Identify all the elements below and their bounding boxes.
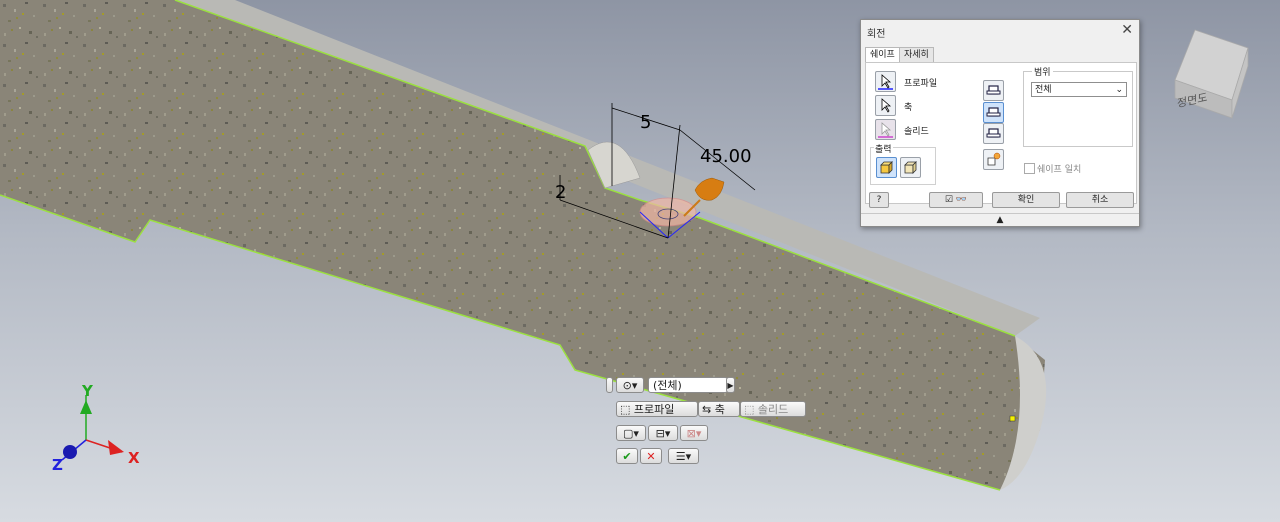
axis-y-label: Y (81, 382, 94, 400)
axis-triad: Y X Z (52, 382, 140, 474)
range-value: 전체 (1035, 85, 1052, 95)
dimension-length[interactable]: 5 (640, 112, 651, 133)
profile-select-button[interactable] (875, 71, 896, 92)
checkbox-glasses-icon: ☑ 👓 (944, 195, 968, 205)
mini-axis-button[interactable]: ⇆ 축 (698, 401, 740, 417)
cut-icon (986, 107, 1001, 117)
mini-profile-button[interactable]: ⬚ 프로파일 (616, 401, 698, 417)
mini-apply-arrow[interactable]: ▶ (726, 377, 735, 393)
check-icon: ✔ (622, 450, 632, 463)
axis-label: 축 (904, 103, 913, 113)
dialog-title: 회전 (867, 29, 886, 40)
preview-toggle[interactable]: ☑ 👓 (929, 192, 983, 208)
tab-more[interactable]: 자세히 (899, 47, 934, 62)
cursor-arrow-icon (878, 122, 893, 138)
help-icon: ? (876, 195, 882, 205)
mini-output-dropdown[interactable]: ▢▾ (616, 425, 646, 441)
revolve-dialog: 회전 ✕ 쉐이프 자세히 프로파일 축 솔리드 출력 범위 전체 ⌄ 쉐이프 일… (860, 19, 1140, 227)
mini-solid-label: 솔리드 (757, 403, 789, 416)
output-surface-button[interactable] (900, 157, 921, 178)
cube-outline-icon: ▢▾ (623, 427, 639, 440)
cut-icon: ⊟▾ (655, 427, 671, 440)
range-select[interactable]: 전체 ⌄ (1031, 82, 1127, 97)
close-icon[interactable]: ✕ (1121, 22, 1133, 38)
output-solid-button[interactable] (876, 157, 897, 178)
cursor-arrow-icon (878, 74, 893, 90)
mini-ok-button[interactable]: ✔ (616, 448, 638, 464)
range-group: 범위 전체 ⌄ (1023, 65, 1133, 147)
surface-cube-icon (904, 161, 917, 174)
play-icon: ▶ (727, 381, 734, 390)
mini-operation-dropdown[interactable]: ⊟▾ (648, 425, 678, 441)
expand-toggle[interactable]: ▲ (861, 213, 1139, 226)
shape-tab-panel: 프로파일 축 솔리드 출력 범위 전체 ⌄ 쉐이프 일치 (865, 62, 1137, 204)
axis-select-button[interactable] (875, 95, 896, 116)
mini-toolbar-menu[interactable]: ⊙▾ (616, 377, 644, 393)
chevron-down-icon: ⌄ (1115, 85, 1123, 95)
mini-cancel-button[interactable]: ✕ (640, 448, 662, 464)
list-icon: ☰▾ (675, 450, 692, 463)
help-button[interactable]: ? (869, 192, 889, 208)
cancel-button[interactable]: 취소 (1066, 192, 1134, 208)
dimension-angle[interactable]: 45.00 (700, 146, 752, 167)
join-button[interactable] (983, 80, 1004, 101)
cursor-arrow-icon (881, 98, 892, 113)
intersect-button[interactable] (983, 123, 1004, 144)
solid-select-button[interactable] (875, 119, 896, 140)
new-solid-button[interactable] (983, 149, 1004, 170)
mini-range-select[interactable]: (전체) (648, 377, 728, 393)
mini-profile-label: 프로파일 (633, 403, 675, 416)
dimension-depth[interactable]: 2 (555, 182, 566, 203)
ok-button[interactable]: 확인 (992, 192, 1060, 208)
disabled-op-icon: ⊠▾ (686, 427, 702, 440)
mini-axis-label: 축 (714, 403, 725, 416)
match-shape-label: 쉐이프 일치 (1037, 165, 1082, 175)
solid-label: 솔리드 (904, 127, 929, 137)
mini-solid-button[interactable]: ⬚ 솔리드 (740, 401, 806, 417)
close-icon: ✕ (646, 450, 656, 463)
mini-options-dropdown[interactable]: ☰▾ (668, 448, 699, 464)
profile-icon: ⬚ (620, 403, 634, 416)
join-icon (986, 85, 1001, 95)
mini-toolbar-grip[interactable] (606, 377, 613, 393)
solid-icon: ⬚ (744, 403, 758, 416)
new-solid-icon (987, 152, 1001, 166)
profile-label: 프로파일 (904, 79, 938, 89)
mini-extra-dropdown[interactable]: ⊠▾ (680, 425, 708, 441)
intersect-icon (986, 128, 1001, 138)
tab-shape[interactable]: 쉐이프 (865, 47, 900, 63)
cut-button[interactable] (983, 102, 1004, 123)
target-icon: ⊙▾ (622, 379, 638, 392)
match-shape-checkbox[interactable] (1024, 163, 1035, 174)
axis-x-label: X (128, 449, 140, 467)
axis-icon: ⇆ (702, 403, 715, 416)
axis-z-label: Z (52, 456, 63, 474)
solid-cube-icon (880, 161, 893, 174)
range-label: 범위 (1032, 65, 1053, 78)
selection-point[interactable] (1009, 415, 1016, 422)
output-group: 출력 (870, 142, 936, 185)
triangle-up-icon: ▲ (996, 215, 1004, 225)
output-label: 출력 (874, 142, 893, 155)
